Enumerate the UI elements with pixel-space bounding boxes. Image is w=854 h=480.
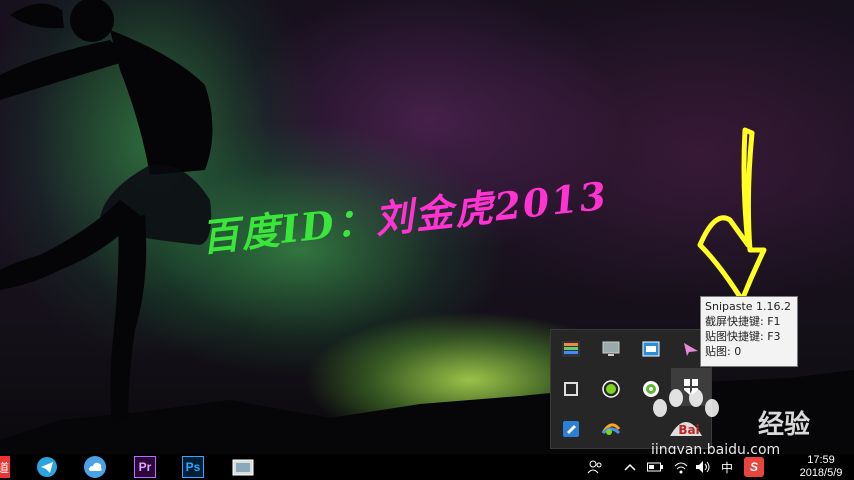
photoshop-icon[interactable]: Ps	[182, 456, 204, 478]
edit-app-icon[interactable]	[551, 410, 591, 448]
desktop-wallpaper: 百度ID：刘金虎2013 Snipaste 1.16.2 截屏快捷键: F1 贴…	[0, 0, 854, 480]
baidu-jingyan-text: 经验	[758, 410, 811, 440]
window-capture-icon[interactable]	[631, 330, 671, 368]
battery-icon[interactable]	[646, 457, 664, 477]
monitor-icon[interactable]	[591, 330, 631, 368]
premiere-icon[interactable]: Pr	[134, 456, 156, 478]
color-grid-icon[interactable]	[551, 330, 591, 368]
yellow-arrow-annotation	[697, 127, 767, 303]
cloud-icon[interactable]	[84, 456, 106, 478]
baidu-logo-text: Bai	[678, 423, 699, 437]
snipaste-tooltip: Snipaste 1.16.2 截屏快捷键: F1 贴图快捷键: F3 贴图: …	[700, 296, 798, 367]
youdao-icon[interactable]: 道	[0, 456, 10, 478]
tooltip-paste-hotkey: 贴图快捷键: F3	[705, 330, 781, 343]
wifi-icon[interactable]	[672, 457, 690, 477]
photoshop-label: Ps	[185, 460, 201, 474]
tooltip-title: Snipaste 1.16.2	[705, 300, 792, 313]
chevron-up-icon[interactable]	[622, 457, 638, 477]
youdao-label: 道	[0, 460, 9, 475]
clock-time: 17:59	[807, 454, 835, 466]
baidu-paw-logo: Bai	[653, 389, 719, 437]
screenshot-app-icon[interactable]	[232, 456, 254, 478]
tooltip-screenshot-hotkey: 截屏快捷键: F1	[705, 315, 781, 328]
record-circle-icon[interactable]	[591, 370, 631, 408]
people-icon[interactable]	[586, 457, 604, 477]
sogou-input-icon[interactable]: S	[744, 457, 764, 477]
taskbar: 道 Pr Ps 中 S 17:59 2018/5/9	[0, 454, 854, 480]
stop-square-icon[interactable]	[551, 370, 591, 408]
telegram-icon[interactable]	[36, 456, 58, 478]
clock-date: 2018/5/9	[799, 467, 843, 479]
taskbar-clock[interactable]: 17:59 2018/5/9	[790, 454, 852, 480]
tooltip-paste-count: 贴图: 0	[705, 345, 742, 358]
premiere-label: Pr	[138, 460, 152, 474]
ime-indicator[interactable]: 中	[718, 457, 736, 477]
volume-icon[interactable]	[694, 457, 712, 477]
colorful-arc-icon[interactable]	[591, 410, 631, 448]
